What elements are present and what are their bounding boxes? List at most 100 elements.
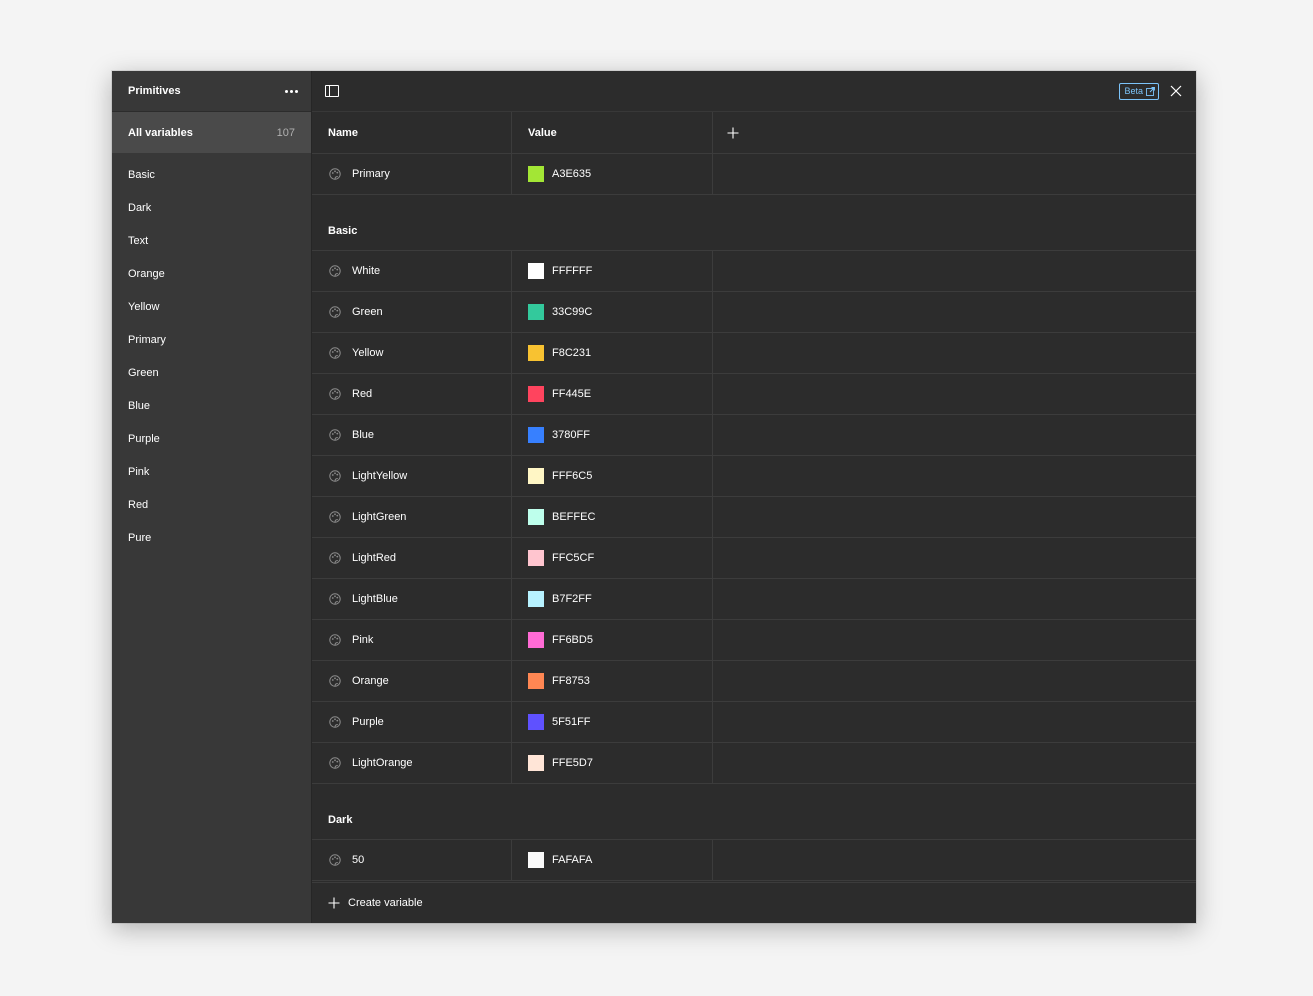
variable-name-cell[interactable]: White <box>312 251 512 291</box>
variable-value-cell[interactable]: 3780FF <box>512 415 713 455</box>
variable-value-cell[interactable]: FFFFFF <box>512 251 713 291</box>
table-row[interactable]: LightYellow FFF6C5 <box>312 456 1196 497</box>
variable-value-cell[interactable]: F8C231 <box>512 333 713 373</box>
sidebar-item-purple[interactable]: Purple <box>112 422 311 455</box>
color-swatch[interactable] <box>528 166 544 182</box>
plus-icon <box>328 897 340 909</box>
variable-name-cell[interactable]: LightGreen <box>312 497 512 537</box>
table-row[interactable]: LightBlue B7F2FF <box>312 579 1196 620</box>
color-swatch[interactable] <box>528 509 544 525</box>
table-row[interactable]: Orange FF8753 <box>312 661 1196 702</box>
empty-cell <box>713 292 1196 332</box>
empty-cell <box>713 579 1196 619</box>
variable-value-cell[interactable]: FFF6C5 <box>512 456 713 496</box>
color-swatch[interactable] <box>528 550 544 566</box>
table-row[interactable]: Blue 3780FF <box>312 415 1196 456</box>
color-swatch[interactable] <box>528 304 544 320</box>
color-swatch[interactable] <box>528 591 544 607</box>
color-swatch[interactable] <box>528 852 544 868</box>
sidebar-item-pink[interactable]: Pink <box>112 455 311 488</box>
variable-name-cell[interactable]: Pink <box>312 620 512 660</box>
variable-value-cell[interactable]: 33C99C <box>512 292 713 332</box>
beta-badge[interactable]: Beta <box>1119 82 1159 100</box>
create-variable-button[interactable]: Create variable <box>312 882 1196 923</box>
variable-name-cell[interactable]: LightYellow <box>312 456 512 496</box>
variable-name-cell[interactable]: Primary <box>312 154 512 194</box>
sidebar-item-primary[interactable]: Primary <box>112 323 311 356</box>
table-row[interactable]: 50 FAFAFA <box>312 840 1196 881</box>
collection-title: Primitives <box>128 85 181 97</box>
sidebar-item-pure[interactable]: Pure <box>112 521 311 554</box>
empty-cell <box>713 456 1196 496</box>
sidebar-header: Primitives <box>112 71 311 112</box>
variable-name: Pink <box>352 634 374 646</box>
variable-value-cell[interactable]: A3E635 <box>512 154 713 194</box>
add-column-button[interactable] <box>713 112 739 153</box>
color-swatch[interactable] <box>528 263 544 279</box>
table-row[interactable]: Green 33C99C <box>312 292 1196 333</box>
variable-value-cell[interactable]: FFE5D7 <box>512 743 713 783</box>
toggle-sidebar-icon[interactable] <box>324 83 340 99</box>
variable-value-cell[interactable]: FF8753 <box>512 661 713 701</box>
variable-name-cell[interactable]: Purple <box>312 702 512 742</box>
table-row[interactable]: LightRed FFC5CF <box>312 538 1196 579</box>
variable-name-cell[interactable]: 50 <box>312 840 512 880</box>
variable-name: Purple <box>352 716 384 728</box>
variable-name-cell[interactable]: Red <box>312 374 512 414</box>
sidebar-item-red[interactable]: Red <box>112 488 311 521</box>
sidebar-item-yellow[interactable]: Yellow <box>112 290 311 323</box>
sidebar-item-blue[interactable]: Blue <box>112 389 311 422</box>
variable-value-cell[interactable]: FFC5CF <box>512 538 713 578</box>
color-swatch[interactable] <box>528 345 544 361</box>
column-header-name[interactable]: Name <box>312 112 512 153</box>
color-variable-icon <box>328 428 342 442</box>
color-swatch[interactable] <box>528 386 544 402</box>
table-row[interactable]: LightGreen BEFFEC <box>312 497 1196 538</box>
table-row[interactable]: White FFFFFF <box>312 251 1196 292</box>
variable-value-cell[interactable]: 5F51FF <box>512 702 713 742</box>
sidebar-item-orange[interactable]: Orange <box>112 257 311 290</box>
empty-cell <box>713 251 1196 291</box>
color-swatch[interactable] <box>528 427 544 443</box>
empty-cell <box>713 840 1196 880</box>
variable-name: LightGreen <box>352 511 407 523</box>
more-options-icon[interactable] <box>283 83 299 99</box>
variable-name-cell[interactable]: Green <box>312 292 512 332</box>
sidebar-item-dark[interactable]: Dark <box>112 191 311 224</box>
empty-cell <box>713 620 1196 660</box>
table-row[interactable]: LightOrange FFE5D7 <box>312 743 1196 784</box>
variable-value-cell[interactable]: B7F2FF <box>512 579 713 619</box>
column-header-value[interactable]: Value <box>512 112 713 153</box>
color-swatch[interactable] <box>528 468 544 484</box>
variable-value-cell[interactable]: FAFAFA <box>512 840 713 880</box>
sidebar-item-all-variables[interactable]: All variables 107 <box>112 112 311 153</box>
variable-name-cell[interactable]: LightBlue <box>312 579 512 619</box>
create-variable-label: Create variable <box>348 897 423 909</box>
variable-name-cell[interactable]: Yellow <box>312 333 512 373</box>
color-swatch[interactable] <box>528 673 544 689</box>
table-row[interactable]: Purple 5F51FF <box>312 702 1196 743</box>
variable-value: 3780FF <box>552 429 590 441</box>
variable-name-cell[interactable]: Blue <box>312 415 512 455</box>
variable-value-cell[interactable]: FF6BD5 <box>512 620 713 660</box>
color-swatch[interactable] <box>528 714 544 730</box>
variable-name: Yellow <box>352 347 384 359</box>
sidebar-item-basic[interactable]: Basic <box>112 158 311 191</box>
table-row[interactable]: Primary A3E635 <box>312 154 1196 195</box>
variable-name-cell[interactable]: Orange <box>312 661 512 701</box>
sidebar-item-text[interactable]: Text <box>112 224 311 257</box>
color-swatch[interactable] <box>528 632 544 648</box>
color-swatch[interactable] <box>528 755 544 771</box>
table-row[interactable]: Yellow F8C231 <box>312 333 1196 374</box>
variable-value-cell[interactable]: FF445E <box>512 374 713 414</box>
table-row[interactable]: Pink FF6BD5 <box>312 620 1196 661</box>
close-icon[interactable] <box>1169 84 1183 98</box>
variable-name-cell[interactable]: LightOrange <box>312 743 512 783</box>
variable-value: F8C231 <box>552 347 592 359</box>
variable-value-cell[interactable]: BEFFEC <box>512 497 713 537</box>
variable-name-cell[interactable]: LightRed <box>312 538 512 578</box>
variable-value: BEFFEC <box>552 511 596 523</box>
table-row[interactable]: Red FF445E <box>312 374 1196 415</box>
variable-name: Red <box>352 388 373 400</box>
sidebar-item-green[interactable]: Green <box>112 356 311 389</box>
